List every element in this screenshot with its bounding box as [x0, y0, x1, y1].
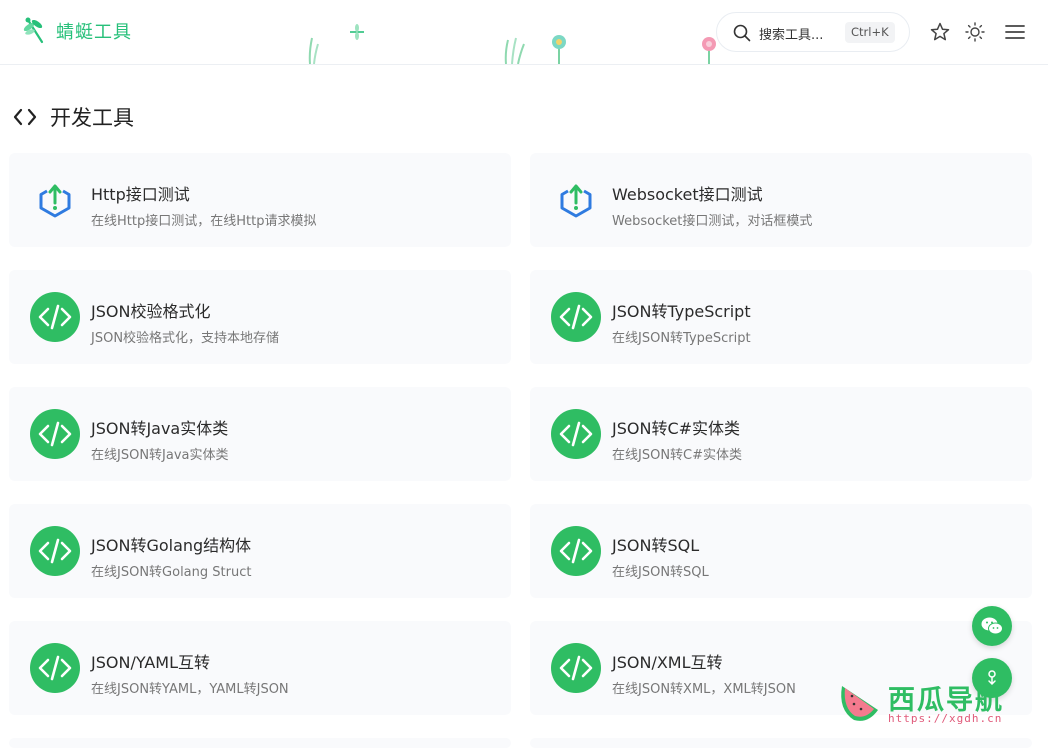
tool-card-title: JSON转SQL: [612, 536, 700, 555]
section-header: 开发工具: [12, 102, 134, 132]
code-icon: [551, 409, 601, 459]
tool-card-title: Websocket接口测试: [612, 185, 763, 204]
section-title: 开发工具: [50, 106, 134, 130]
top-header: 蜻蜓工具 搜索工具... Ctrl+K: [0, 0, 1048, 65]
upload-box-icon: [560, 184, 592, 218]
tool-card-websocket-test[interactable]: Websocket接口测试 Websocket接口测试，对话框模式: [530, 153, 1032, 247]
tool-card-title: JSON转Java实体类: [91, 419, 229, 438]
tool-card-desc: JSON校验格式化，支持本地存储: [91, 331, 280, 346]
tool-card-json-golang[interactable]: JSON转Golang结构体 在线JSON转Golang Struct: [9, 504, 511, 598]
watermark-url: https://xgdh.cn: [888, 712, 1003, 725]
upload-box-icon: [39, 184, 71, 218]
tool-card-desc: 在线JSON转SQL: [612, 565, 709, 580]
tool-card-http-test[interactable]: Http接口测试 在线Http接口测试，在线Http请求模拟: [9, 153, 511, 247]
tool-card-desc: Websocket接口测试，对话框模式: [612, 214, 813, 229]
code-icon: [551, 643, 601, 693]
tool-card-partial[interactable]: [9, 738, 511, 748]
tool-card-desc: 在线Http接口测试，在线Http请求模拟: [91, 214, 317, 229]
code-icon: [30, 292, 80, 342]
code-icon: [30, 409, 80, 459]
tool-card-desc: 在线JSON转TypeScript: [612, 331, 751, 346]
logo[interactable]: 蜻蜓工具: [22, 16, 132, 46]
tool-card-title: JSON转C#实体类: [612, 419, 741, 438]
code-icon: [30, 526, 80, 576]
tool-card-desc: 在线JSON转C#实体类: [612, 448, 743, 463]
tool-card-partial[interactable]: [530, 738, 1032, 748]
code-icon: [551, 292, 601, 342]
code-brackets-icon: [13, 108, 37, 126]
search-placeholder: 搜索工具...: [759, 28, 824, 43]
menu-icon[interactable]: [1003, 21, 1027, 43]
search-shortcut-badge: Ctrl+K: [845, 22, 895, 43]
tool-card-desc: 在线JSON转YAML，YAML转JSON: [91, 682, 289, 697]
flower-decoration-icon: [552, 35, 566, 64]
tool-card-json-yaml[interactable]: JSON/YAML互转 在线JSON转YAML，YAML转JSON: [9, 621, 511, 715]
tool-card-title: JSON转Golang结构体: [91, 536, 252, 555]
tool-card-desc: 在线JSON转XML，XML转JSON: [612, 682, 796, 697]
wechat-button[interactable]: [972, 606, 1012, 646]
logo-text: 蜻蜓工具: [56, 22, 132, 43]
tool-card-desc: 在线JSON转Golang Struct: [91, 565, 252, 580]
tool-card-title: JSON转TypeScript: [612, 302, 751, 321]
small-dragonfly-icon: [350, 24, 364, 40]
watermelon-logo-icon: [841, 686, 878, 721]
code-icon: [551, 526, 601, 576]
tool-card-title: JSON/YAML互转: [91, 653, 211, 672]
dragonfly-icon: [23, 17, 44, 44]
tool-card-json-csharp[interactable]: JSON转C#实体类 在线JSON转C#实体类: [530, 387, 1032, 481]
grass-decoration-icon: [504, 37, 525, 64]
wechat-icon: [981, 617, 1003, 635]
tool-card-desc: 在线JSON转Java实体类: [91, 448, 229, 463]
grass-decoration-icon: [308, 37, 319, 64]
tool-card-json-typescript[interactable]: JSON转TypeScript 在线JSON转TypeScript: [530, 270, 1032, 364]
tool-card-title: JSON/XML互转: [612, 653, 723, 672]
sun-theme-icon[interactable]: [964, 21, 986, 43]
search-box[interactable]: 搜索工具... Ctrl+K: [716, 12, 910, 52]
tool-card-json-format[interactable]: JSON校验格式化 JSON校验格式化，支持本地存储: [9, 270, 511, 364]
tool-card-json-sql[interactable]: JSON转SQL 在线JSON转SQL: [530, 504, 1032, 598]
search-icon: [733, 24, 751, 42]
star-icon[interactable]: [929, 21, 951, 43]
watermark: 西瓜导航 https://xgdh.cn: [836, 678, 1036, 726]
code-icon: [30, 643, 80, 693]
tool-card-title: JSON校验格式化: [91, 302, 211, 321]
tool-card-json-java[interactable]: JSON转Java实体类 在线JSON转Java实体类: [9, 387, 511, 481]
tool-card-title: Http接口测试: [91, 185, 190, 204]
